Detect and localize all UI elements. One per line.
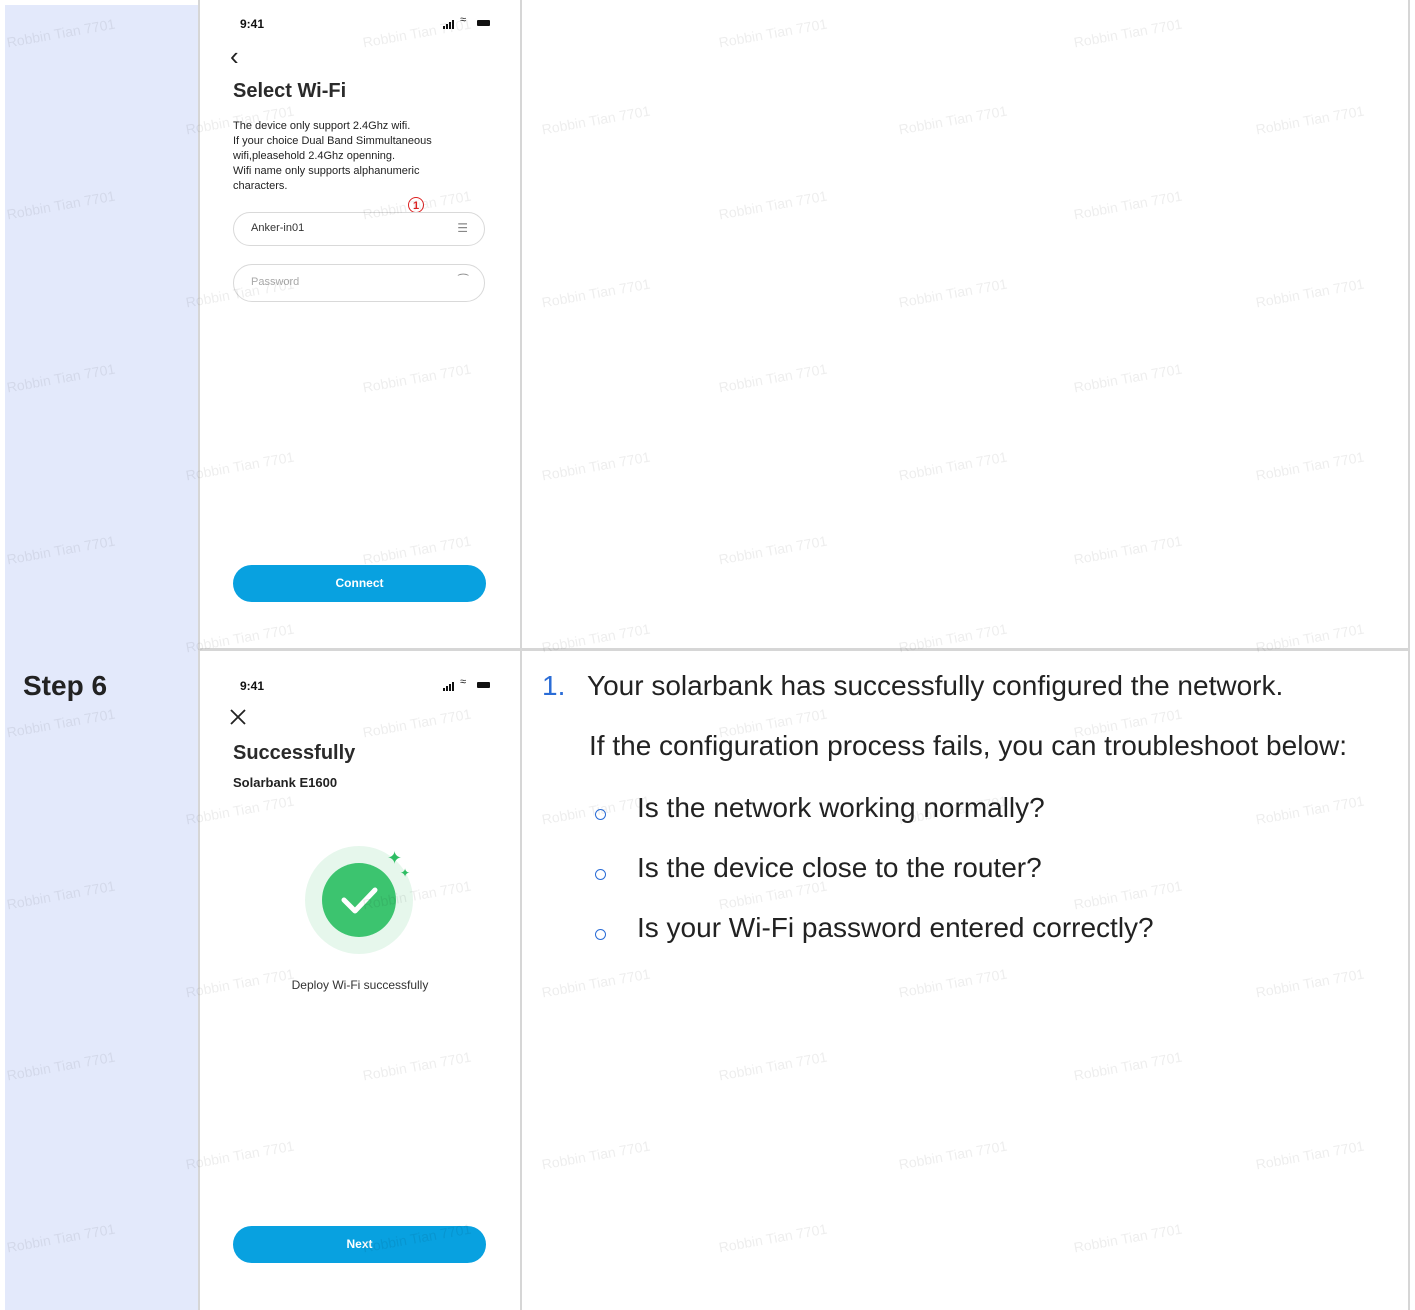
signal-icon bbox=[443, 26, 445, 29]
info-line: The device only support 2.4Ghz wifi. bbox=[233, 120, 411, 132]
instruction-main: Your solarbank has successfully configur… bbox=[587, 670, 1284, 701]
eye-closed-icon[interactable]: ⁀ bbox=[458, 274, 468, 288]
signal-bar bbox=[446, 686, 448, 691]
watermark: Robbin Tian 7701 bbox=[1072, 877, 1184, 913]
signal-bar bbox=[452, 682, 454, 691]
status-time: 9:41 bbox=[240, 679, 265, 693]
watermark: Robbin Tian 7701 bbox=[540, 102, 652, 138]
signal-bar bbox=[449, 22, 451, 29]
watermark: Robbin Tian 7701 bbox=[717, 1220, 829, 1256]
watermark: Robbin Tian 7701 bbox=[1072, 360, 1184, 396]
signal-bar bbox=[449, 684, 451, 691]
deploy-status-text: Deploy Wi-Fi successfully bbox=[291, 978, 429, 992]
checkmark-circle bbox=[322, 863, 396, 937]
step-label-column bbox=[5, 5, 198, 1310]
wifi-icon: ≈ bbox=[460, 14, 467, 26]
signal-bar bbox=[452, 20, 454, 29]
watermark: Robbin Tian 7701 bbox=[897, 102, 1009, 138]
status-icons: ≈ bbox=[441, 15, 493, 29]
step-number: 1. bbox=[542, 670, 566, 701]
troubleshoot-intro: If the configuration process fails, you … bbox=[589, 730, 1347, 761]
info-line: If your choice Dual Band Simmultaneous bbox=[233, 135, 432, 147]
battery-icon bbox=[477, 682, 490, 688]
watermark: Robbin Tian 7701 bbox=[717, 1048, 829, 1084]
watermark: Robbin Tian 7701 bbox=[1254, 1137, 1366, 1173]
connect-button[interactable]: Connect bbox=[233, 565, 486, 602]
watermark: Robbin Tian 7701 bbox=[1254, 275, 1366, 311]
close-icon[interactable] bbox=[228, 707, 248, 727]
wifi-name-value: Anker-in01 bbox=[251, 222, 305, 234]
watermark: Robbin Tian 7701 bbox=[717, 15, 829, 51]
wifi-icon: ≈ bbox=[460, 676, 467, 688]
back-chevron-icon[interactable]: ‹ bbox=[230, 43, 239, 69]
watermark: Robbin Tian 7701 bbox=[1072, 187, 1184, 223]
watermark: Robbin Tian 7701 bbox=[1254, 102, 1366, 138]
watermark: Robbin Tian 7701 bbox=[1254, 792, 1366, 828]
watermark: Robbin Tian 7701 bbox=[1254, 448, 1366, 484]
watermark: Robbin Tian 7701 bbox=[540, 275, 652, 311]
troubleshoot-item: Is the network working normally? bbox=[637, 792, 1045, 823]
next-button[interactable]: Next bbox=[233, 1226, 486, 1263]
step-label: Step 6 bbox=[23, 670, 108, 701]
watermark: Robbin Tian 7701 bbox=[540, 1137, 652, 1173]
wifi-list-icon[interactable]: ☰ bbox=[457, 221, 468, 235]
bullet-circle bbox=[595, 929, 606, 940]
wifi-info-text: The device only support 2.4Ghz wifi. If … bbox=[233, 119, 483, 194]
watermark: Robbin Tian 7701 bbox=[540, 965, 652, 1001]
watermark: Robbin Tian 7701 bbox=[540, 448, 652, 484]
watermark: Robbin Tian 7701 bbox=[897, 448, 1009, 484]
battery-icon bbox=[477, 20, 490, 26]
watermark: Robbin Tian 7701 bbox=[1072, 532, 1184, 568]
watermark: Robbin Tian 7701 bbox=[1254, 965, 1366, 1001]
page-title: Select Wi-Fi bbox=[233, 80, 347, 102]
device-name: Solarbank E1600 bbox=[233, 775, 338, 790]
troubleshoot-item: Is the device close to the router? bbox=[637, 852, 1042, 883]
bullet-circle bbox=[595, 809, 606, 820]
watermark: Robbin Tian 7701 bbox=[1072, 1220, 1184, 1256]
info-line: characters. bbox=[233, 180, 288, 192]
watermark: Robbin Tian 7701 bbox=[717, 187, 829, 223]
wifi-name-field[interactable]: Anker-in01 ☰ bbox=[233, 212, 485, 246]
watermark: Robbin Tian 7701 bbox=[897, 965, 1009, 1001]
watermark: Robbin Tian 7701 bbox=[897, 1137, 1009, 1173]
sparkle-icon: ✦ bbox=[400, 866, 411, 880]
sparkle-icon: ✦ bbox=[387, 848, 403, 868]
signal-icon bbox=[443, 688, 445, 691]
info-line: wifi,pleasehold 2.4Ghz openning. bbox=[233, 150, 396, 162]
annotation-marker: 1 bbox=[408, 197, 424, 213]
troubleshoot-item: Is your Wi-Fi password entered correctly… bbox=[637, 912, 1154, 943]
password-placeholder: Password bbox=[251, 276, 300, 288]
watermark: Robbin Tian 7701 bbox=[1072, 15, 1184, 51]
success-title: Successfully bbox=[233, 742, 356, 764]
password-field[interactable]: Password ⁀ bbox=[233, 264, 485, 302]
watermark: Robbin Tian 7701 bbox=[717, 532, 829, 568]
bullet-circle bbox=[595, 869, 606, 880]
column-divider bbox=[1408, 0, 1410, 1310]
watermark: Robbin Tian 7701 bbox=[897, 275, 1009, 311]
info-line: Wifi name only supports alphanumeric bbox=[233, 165, 420, 177]
status-icons: ≈ bbox=[441, 677, 493, 691]
checkmark-icon bbox=[341, 887, 378, 914]
status-time: 9:41 bbox=[240, 17, 265, 31]
column-divider bbox=[520, 0, 522, 1310]
watermark: Robbin Tian 7701 bbox=[1072, 1048, 1184, 1084]
signal-bar bbox=[446, 24, 448, 29]
watermark: Robbin Tian 7701 bbox=[717, 360, 829, 396]
phone-screen-select-wifi: 9:41 ≈ ‹ Select Wi-Fi The device only su… bbox=[200, 0, 520, 648]
